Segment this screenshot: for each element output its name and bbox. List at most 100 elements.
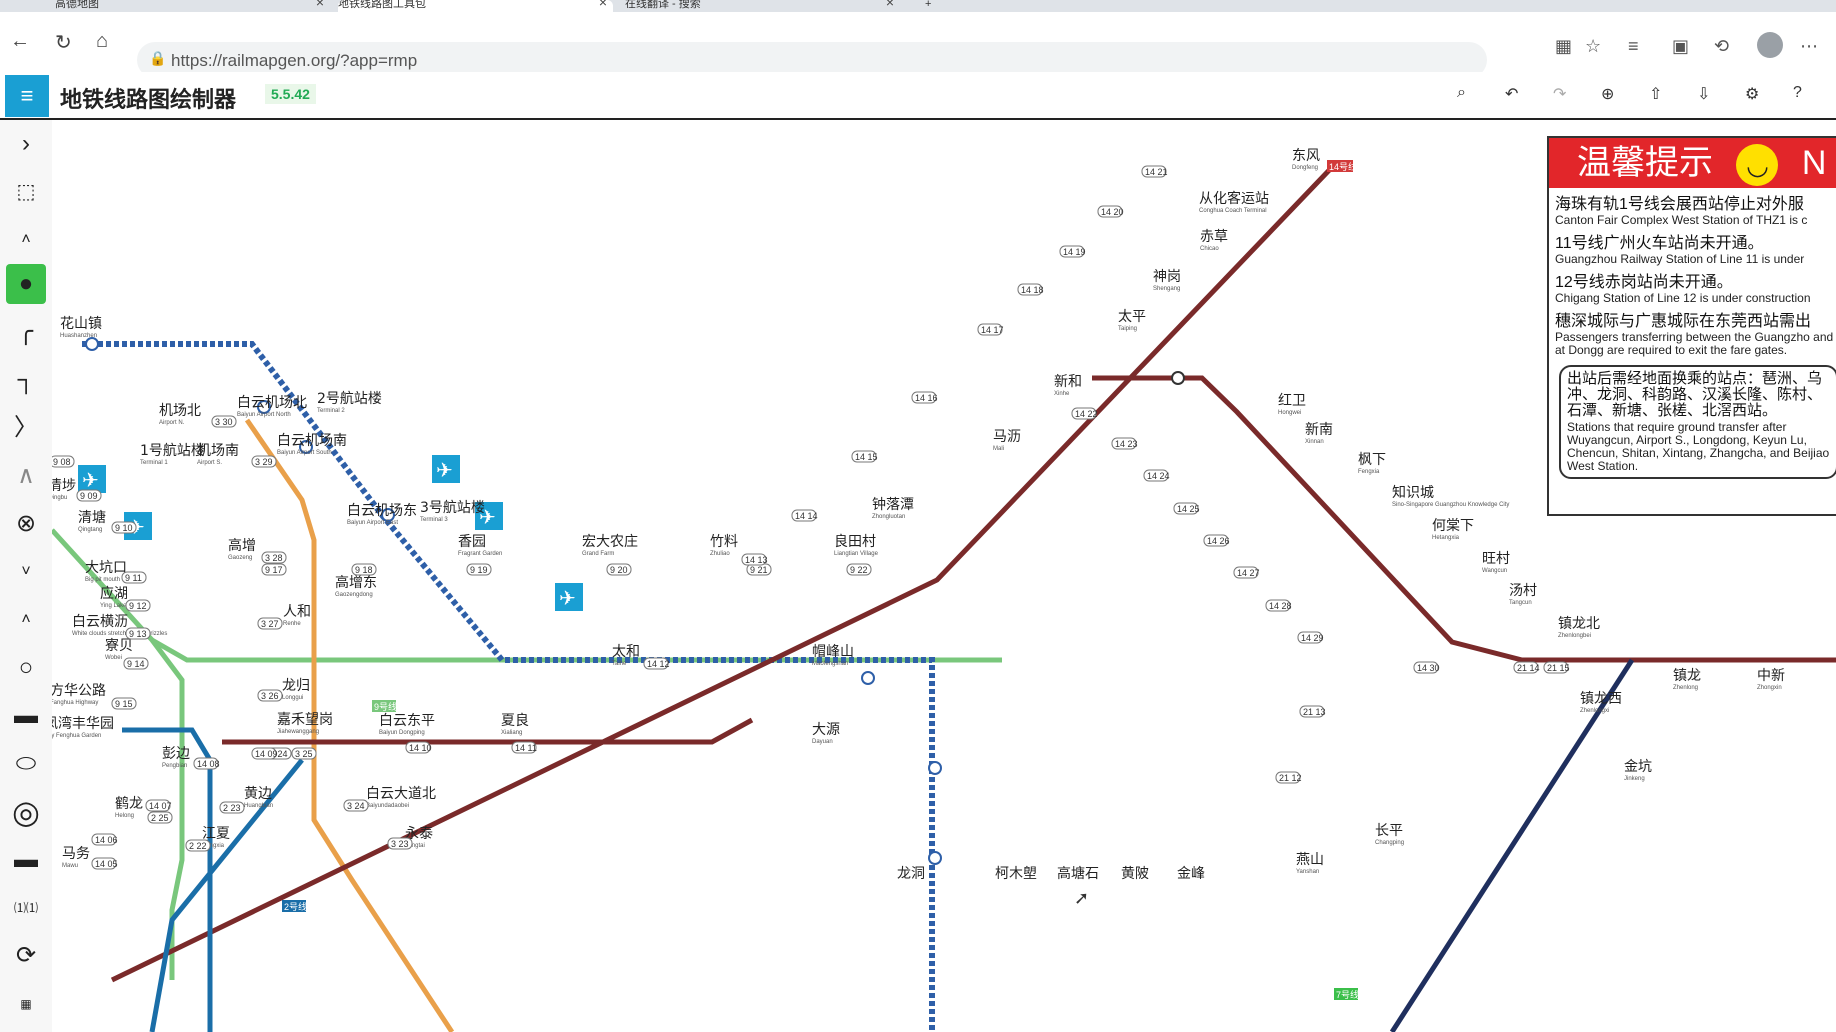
- station-dot[interactable]: [928, 761, 942, 775]
- station-dot[interactable]: [928, 851, 942, 865]
- station-name[interactable]: 枫下: [1358, 452, 1386, 468]
- station-dot[interactable]: [861, 671, 875, 685]
- station-name[interactable]: 竹料: [710, 534, 738, 550]
- station-name[interactable]: 1号航站楼: [140, 443, 205, 459]
- peak-line-icon[interactable]: ∧: [6, 456, 46, 496]
- station-name[interactable]: 中新: [1757, 668, 1785, 684]
- gear-icon[interactable]: ⚙: [1745, 84, 1759, 104]
- curve-line-icon[interactable]: ╭: [6, 312, 46, 352]
- collapse-section-icon[interactable]: ˄: [6, 600, 46, 640]
- station-name[interactable]: 何棠下: [1432, 518, 1474, 534]
- station-dot[interactable]: [85, 337, 99, 351]
- select-area-icon[interactable]: ⬚: [6, 172, 46, 212]
- station-name[interactable]: 新南: [1305, 422, 1333, 438]
- favorites-list-icon[interactable]: ≡: [1628, 36, 1639, 57]
- station-name[interactable]: 应湖: [100, 585, 128, 602]
- station-name[interactable]: 燕山: [1296, 852, 1324, 868]
- close-icon[interactable]: ×: [886, 0, 894, 9]
- close-icon[interactable]: ×: [599, 0, 607, 9]
- station-name[interactable]: 白云机场南: [277, 433, 347, 449]
- station-name[interactable]: 东风: [1292, 148, 1320, 164]
- station-dot[interactable]: [1171, 371, 1185, 385]
- station-name[interactable]: 白云机场东: [347, 503, 417, 519]
- station-name[interactable]: 帽峰山: [812, 644, 854, 660]
- station-name[interactable]: 清埗: [52, 478, 76, 494]
- station-name[interactable]: 高增东: [335, 574, 377, 591]
- help-icon[interactable]: ?: [1793, 84, 1802, 102]
- multi-badge-icon[interactable]: ▦: [6, 984, 46, 1024]
- favorite-star-icon[interactable]: ☆: [1585, 36, 1601, 57]
- station-name[interactable]: 红卫: [1278, 393, 1306, 409]
- station-name[interactable]: 2号航站楼: [317, 391, 382, 407]
- station-name[interactable]: 高塘石: [1057, 865, 1099, 882]
- pill-station-icon[interactable]: ⬭: [6, 744, 46, 784]
- redo-icon[interactable]: ↷: [1553, 84, 1566, 104]
- tab-railmap-toolkit[interactable]: 地铁线路图工具包 ×: [338, 0, 613, 12]
- station-name[interactable]: 马沥: [993, 429, 1021, 445]
- station-name[interactable]: 黄边: [244, 785, 272, 802]
- station-name[interactable]: 大坑口: [85, 560, 127, 576]
- station-name[interactable]: 方华公路: [52, 683, 106, 699]
- station-name[interactable]: 香园: [458, 534, 486, 550]
- station-name[interactable]: 白云东平: [379, 713, 435, 729]
- corner-line-icon[interactable]: ┐: [6, 360, 46, 400]
- station-name[interactable]: 钟落潭: [872, 496, 914, 513]
- station-name[interactable]: 镇龙北: [1558, 616, 1600, 632]
- station-name[interactable]: 花山镇: [60, 316, 102, 332]
- station-name[interactable]: 柯木塱: [995, 866, 1037, 882]
- tab-translate[interactable]: 在线翻译 - 搜索 ×: [625, 0, 900, 12]
- upload-icon[interactable]: ⇧: [1649, 84, 1662, 104]
- app-grid-icon[interactable]: ▦: [1555, 36, 1572, 57]
- station-name[interactable]: 长平: [1375, 823, 1403, 839]
- station-name[interactable]: 金峰: [1177, 866, 1205, 882]
- station-name[interactable]: 旺村: [1482, 551, 1510, 567]
- tab-amap[interactable]: 高德地图 ×: [55, 0, 330, 12]
- station-name[interactable]: 黄陂: [1121, 865, 1149, 882]
- station-name[interactable]: 良田村: [834, 534, 876, 550]
- back-icon[interactable]: ←: [10, 30, 30, 53]
- station-name[interactable]: 神岗: [1153, 269, 1181, 285]
- zoom-icon[interactable]: ⊕: [1601, 84, 1614, 104]
- diagonal-line-icon[interactable]: 〉: [6, 408, 46, 448]
- circle-station-icon[interactable]: ○: [6, 648, 46, 688]
- station-name[interactable]: 从化客运站: [1199, 190, 1269, 207]
- station-name[interactable]: 汤村: [1509, 583, 1537, 599]
- station-name[interactable]: 鹤龙: [115, 796, 143, 812]
- menu-icon[interactable]: ≡: [5, 75, 49, 117]
- station-name[interactable]: 知识城: [1392, 484, 1434, 501]
- station-tool-icon[interactable]: ●: [6, 264, 46, 304]
- station-name[interactable]: 镇龙: [1673, 668, 1701, 684]
- station-name[interactable]: 高增: [228, 537, 256, 554]
- expand-section-icon[interactable]: ˅: [6, 552, 46, 592]
- search-icon[interactable]: ⌕: [1457, 84, 1466, 102]
- station-name[interactable]: 清塘: [78, 510, 106, 526]
- station-name[interactable]: 彭边: [162, 746, 190, 762]
- station-name[interactable]: 大源: [812, 722, 840, 738]
- history-icon[interactable]: ⟲: [1714, 36, 1729, 57]
- loop-badge-icon[interactable]: ⟳: [6, 936, 46, 976]
- station-name[interactable]: 龙归: [282, 677, 310, 694]
- station-name[interactable]: 夏良: [501, 713, 529, 729]
- notice-panel[interactable]: 温馨提示 ◡ N 海珠有轨1号线会展西站停止对外服 Canton Fair Co…: [1547, 136, 1836, 516]
- station-name[interactable]: 白云大道北: [366, 786, 436, 802]
- close-icon[interactable]: ×: [316, 0, 324, 9]
- expand-toolbar-icon[interactable]: ›: [6, 124, 46, 164]
- station-name[interactable]: 龙洞: [897, 866, 925, 882]
- station-name[interactable]: 江夏: [202, 826, 230, 842]
- new-tab-icon[interactable]: +: [925, 0, 945, 12]
- station-name[interactable]: 嘉禾望岗: [277, 712, 333, 728]
- station-name[interactable]: 白云机场北: [237, 395, 307, 411]
- collapse-section-icon[interactable]: ˄: [6, 220, 46, 260]
- download-icon[interactable]: ⇩: [1697, 84, 1710, 104]
- station-name[interactable]: 太和: [612, 644, 640, 660]
- more-icon[interactable]: ⋯: [1800, 36, 1818, 57]
- collections-icon[interactable]: ▣: [1672, 36, 1689, 57]
- undo-icon[interactable]: ↶: [1505, 84, 1518, 104]
- interchange-station-icon[interactable]: ◎: [6, 792, 46, 832]
- number-badge-icon[interactable]: ⑴⑴: [6, 888, 46, 928]
- home-icon[interactable]: ⌂: [96, 30, 108, 53]
- station-name[interactable]: 凤湾丰华园: [52, 715, 114, 732]
- station-name[interactable]: 机场南: [197, 443, 239, 459]
- station-name[interactable]: 宏大农庄: [582, 533, 638, 550]
- reload-icon[interactable]: ↻: [55, 30, 72, 55]
